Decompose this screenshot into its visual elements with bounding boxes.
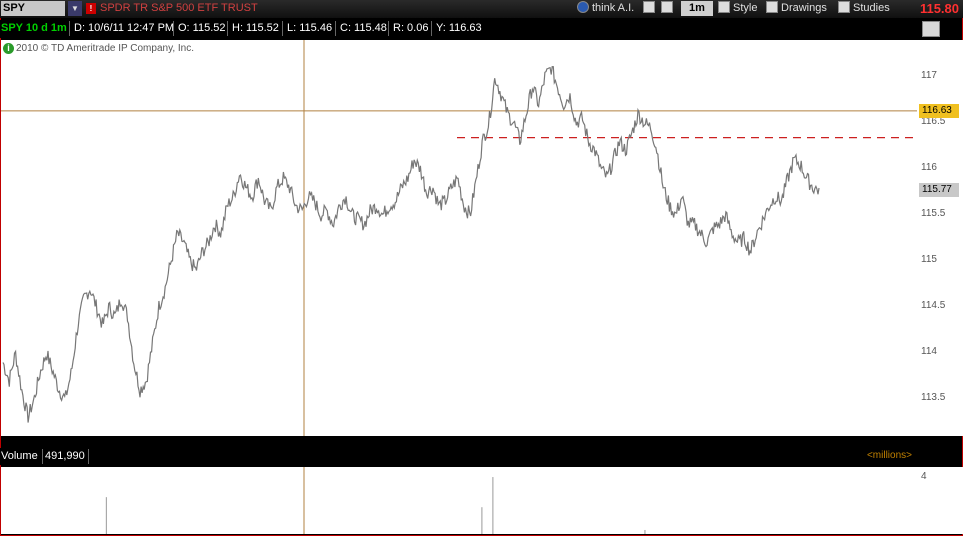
volume-axis: 4 <box>917 467 963 534</box>
info-icon[interactable]: i <box>3 43 14 54</box>
link-icon <box>661 1 673 14</box>
think-ai-button[interactable]: think A.I. <box>577 1 634 16</box>
copyright-notice: i 2010 © TD Ameritrade IP Company, Inc. <box>3 43 194 54</box>
price-axis-tick: 117 <box>921 69 937 81</box>
copyright-text: 2010 © TD Ameritrade IP Company, Inc. <box>16 43 195 54</box>
price-axis-tick: 115 <box>921 254 937 266</box>
bar-range: R: 0.06 <box>388 21 432 36</box>
price-chart-panel[interactable]: i 2010 © TD Ameritrade IP Company, Inc. <box>1 40 917 436</box>
drawings-label: Drawings <box>781 2 827 14</box>
crosshair-icon <box>643 1 655 14</box>
price-axis-tick: 113.5 <box>921 392 946 404</box>
alert-badge[interactable]: ! <box>86 3 96 14</box>
symbol-input[interactable]: SPY <box>1 1 65 16</box>
symbol-dropdown-icon[interactable]: ▼ <box>68 1 82 16</box>
chart-label[interactable]: SPY 10 d 1m <box>0 21 67 36</box>
last-price: 115.80 <box>919 1 959 16</box>
symbol-description: SPDR TR S&P 500 ETF TRUST <box>100 2 258 14</box>
chart-settings-icon[interactable] <box>922 21 940 37</box>
bar-date: D: 10/6/11 12:47 PM <box>69 21 178 36</box>
chart-info-bar: SPY 10 d 1m D: 10/6/11 12:47 PM O: 115.5… <box>0 20 916 38</box>
studies-label: Studies <box>853 2 890 14</box>
volume-chart[interactable] <box>1 467 917 534</box>
price-chart[interactable] <box>1 40 917 436</box>
think-ai-label: think A.I. <box>592 2 635 14</box>
bar-high: H: 115.52 <box>227 21 283 36</box>
price-axis-tick: 114.5 <box>921 300 946 312</box>
price-axis-tick: 115.5 <box>921 207 946 219</box>
volume-axis-tick: 4 <box>921 471 927 482</box>
globe-icon <box>577 1 589 14</box>
style-label: Style <box>733 2 758 14</box>
bar-open: O: 115.52 <box>173 21 230 36</box>
current-price-tag: 115.77 <box>919 183 959 198</box>
price-axis-tick: 116 <box>921 161 937 173</box>
price-series-line <box>2 65 820 423</box>
volume-chart-panel[interactable] <box>1 467 917 534</box>
studies-button[interactable]: Studies <box>838 1 890 16</box>
price-axis[interactable]: 117 116.5 116 115.5 115 114.5 114 113.5 116.63 … <box>917 40 963 436</box>
crosshair-tool-button[interactable] <box>643 1 658 16</box>
timeframe-button[interactable]: 1m <box>681 1 713 16</box>
bar-close: C: 115.48 <box>335 21 391 36</box>
studies-icon <box>838 1 850 14</box>
pencil-icon <box>766 1 778 14</box>
crosshair-y-value: Y: 116.63 <box>431 21 486 36</box>
top-toolbar: SPY ▼ ! SPDR TR S&P 500 ETF TRUST think … <box>0 0 963 18</box>
crosshair-price-tag: 116.63 <box>919 103 959 118</box>
chart-style-icon <box>718 1 730 14</box>
style-button[interactable]: Style <box>718 1 757 16</box>
volume-header: Volume 491,990 <millions> <box>0 448 916 465</box>
price-axis-tick: 114 <box>921 346 937 358</box>
link-tool-button[interactable] <box>661 1 676 16</box>
drawings-button[interactable]: Drawings <box>766 1 827 16</box>
volume-units: <millions> <box>866 450 912 461</box>
volume-value: 491,990 <box>42 449 89 464</box>
volume-label: Volume <box>1 449 43 464</box>
bar-low: L: 115.46 <box>282 21 336 36</box>
